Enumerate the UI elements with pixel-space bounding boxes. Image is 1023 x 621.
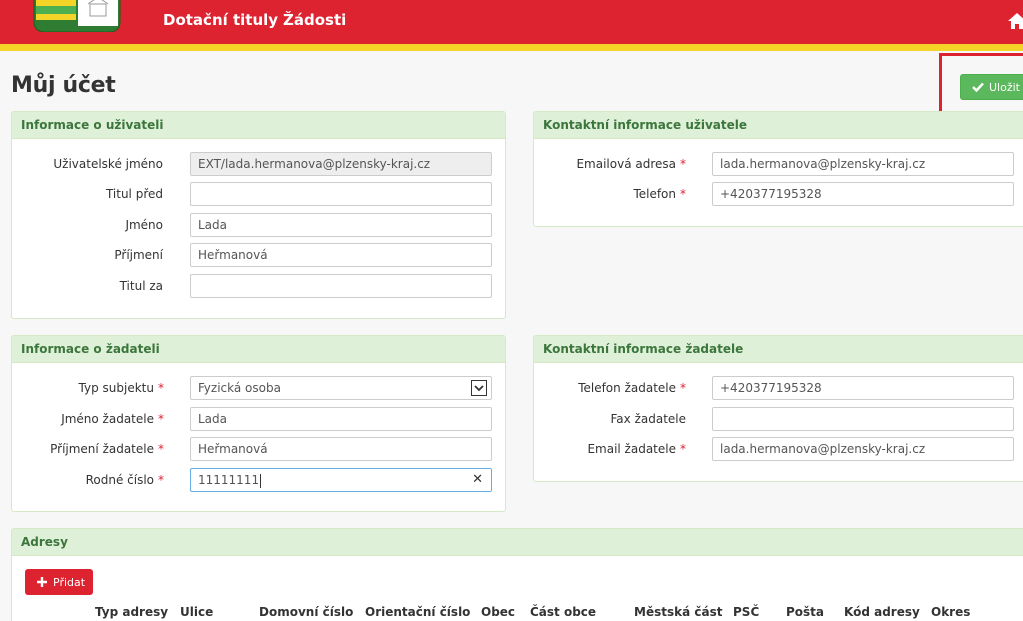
column-header-obec[interactable]: Obec — [481, 605, 515, 619]
logo-icon[interactable] — [32, 0, 122, 32]
first-name-input[interactable]: Lada — [190, 213, 492, 237]
phone-input[interactable]: +420377195328 — [712, 182, 1014, 206]
top-navbar: Dotační tituly Žádosti — [0, 0, 1023, 44]
birth-number-input[interactable]: 11111111 ✕ — [190, 468, 492, 492]
applicant-contact-panel: Kontaktní informace žadatele Telefon žad… — [533, 335, 1023, 482]
column-header-psc[interactable]: PSČ — [733, 605, 759, 619]
applicant-last-name-label: Příjmení žadatele * — [50, 442, 164, 456]
subject-type-select[interactable]: Fyzická osoba — [190, 376, 492, 400]
close-icon[interactable]: ✕ — [472, 472, 483, 487]
column-header-kod-adresy[interactable]: Kód adresy — [844, 605, 920, 619]
last-name-input[interactable]: Heřmanová — [190, 243, 492, 267]
column-header-cast-obce[interactable]: Část obce — [530, 605, 596, 619]
applicant-info-heading: Informace o žadateli — [12, 336, 505, 363]
applicant-phone-input[interactable]: +420377195328 — [712, 376, 1014, 400]
applicant-first-name-label: Jméno žadatele * — [61, 412, 164, 426]
subject-type-label: Typ subjektu * — [78, 381, 164, 395]
column-header-domovni-cislo[interactable]: Domovní číslo — [259, 605, 353, 619]
username-field: EXT/lada.hermanova@plzensky-kraj.cz — [190, 152, 492, 176]
last-name-label: Příjmení — [114, 248, 163, 262]
column-header-ulice[interactable]: Ulice — [180, 605, 213, 619]
subject-type-value: Fyzická osoba — [198, 381, 281, 395]
title-before-input[interactable] — [190, 182, 492, 206]
applicant-email-label: Email žadatele * — [587, 442, 686, 456]
header-stripe — [0, 44, 1023, 51]
applicant-email-input[interactable]: lada.hermanova@plzensky-kraj.cz — [712, 437, 1014, 461]
applicant-info-panel: Informace o žadateli Typ subjektu * Fyzic… — [11, 335, 506, 512]
column-header-orientacni-cislo[interactable]: Orientační číslo — [365, 605, 470, 619]
add-address-button[interactable]: Přidat — [25, 569, 93, 595]
add-address-label: Přidat — [53, 575, 86, 589]
column-header-posta[interactable]: Pošta — [786, 605, 824, 619]
email-label: Emailová adresa * — [576, 157, 686, 171]
birth-number-label: Rodné číslo * — [85, 473, 164, 487]
title-before-label: Titul před — [105, 187, 163, 201]
column-header-okres[interactable]: Okres — [931, 605, 970, 619]
nav-zadosti[interactable]: Žádosti — [283, 11, 346, 29]
email-input[interactable]: lada.hermanova@plzensky-kraj.cz — [712, 152, 1014, 176]
column-header-typ-adresy[interactable]: Typ adresy — [95, 605, 168, 619]
applicant-phone-label: Telefon žadatele * — [578, 381, 686, 395]
column-header-mestska-cast[interactable]: Městská část — [634, 605, 722, 619]
applicant-fax-label: Fax žadatele — [610, 412, 687, 426]
plus-icon — [37, 577, 47, 587]
applicant-first-name-input[interactable]: Lada — [190, 407, 492, 431]
nav-dotacni-tituly[interactable]: Dotační tituly — [163, 11, 278, 29]
title-after-input[interactable] — [190, 274, 492, 298]
page-title: Můj účet — [11, 73, 116, 98]
applicant-fax-input[interactable] — [712, 407, 1014, 431]
addresses-heading: Adresy — [12, 529, 1023, 556]
first-name-label: Jméno — [125, 218, 163, 232]
applicant-contact-heading: Kontaktní informace žadatele — [534, 336, 1023, 363]
birth-number-value: 11111111 — [198, 473, 260, 487]
user-info-panel: Informace o uživateli Uživatelské jméno … — [11, 111, 506, 319]
user-info-heading: Informace o uživateli — [12, 112, 505, 139]
username-label: Uživatelské jméno — [53, 157, 163, 171]
phone-label: Telefon * — [633, 187, 686, 201]
chevron-down-icon[interactable] — [471, 380, 487, 396]
user-contact-heading: Kontaktní informace uživatele — [534, 112, 1023, 139]
user-contact-panel: Kontaktní informace uživatele Emailová a… — [533, 111, 1023, 227]
home-icon[interactable] — [1007, 12, 1023, 30]
applicant-last-name-input[interactable]: Heřmanová — [190, 437, 492, 461]
title-after-label: Titul za — [119, 279, 163, 293]
